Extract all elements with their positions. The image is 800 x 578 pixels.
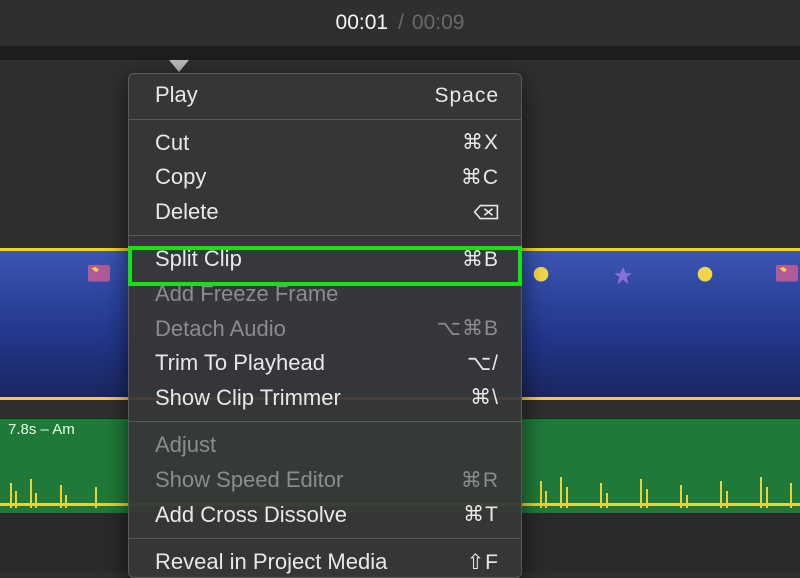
clip-thumbnail-icon (776, 265, 798, 285)
menu-label: Show Clip Trimmer (155, 384, 341, 413)
menu-item-copy[interactable]: Copy ⌘C (129, 160, 521, 195)
menu-shortcut: Space (434, 82, 499, 109)
menu-label: Add Cross Dissolve (155, 501, 347, 530)
time-current: 00:01 (336, 11, 389, 35)
menu-label: Copy (155, 163, 206, 192)
menu-label: Detach Audio (155, 315, 286, 344)
playhead-indicator-icon[interactable] (169, 60, 189, 72)
menu-label: Split Clip (155, 245, 242, 274)
time-separator: / (398, 11, 404, 35)
menu-shortcut: ⌥⌘B (437, 315, 499, 342)
menu-separator (129, 421, 521, 422)
audio-clip-label: 7.8s – Am (8, 421, 75, 438)
clip-thumbnail-icon (88, 265, 110, 285)
menu-item-add-cross-dissolve[interactable]: Add Cross Dissolve ⌘T (129, 498, 521, 533)
menu-item-delete[interactable]: Delete (129, 195, 521, 230)
menu-separator (129, 119, 521, 120)
backspace-icon (473, 203, 499, 221)
menu-item-trim-to-playhead[interactable]: Trim To Playhead ⌥/ (129, 346, 521, 381)
menu-item-show-clip-trimmer[interactable]: Show Clip Trimmer ⌘\ (129, 381, 521, 416)
menu-shortcut: ⌘T (463, 501, 499, 528)
menu-label: Delete (155, 198, 219, 227)
menu-label: Adjust (155, 431, 216, 460)
menu-shortcut: ⌘\ (470, 384, 499, 411)
menu-label: Cut (155, 129, 189, 158)
menu-shortcut: ⌘X (462, 129, 499, 156)
menu-label: Add Freeze Frame (155, 280, 338, 309)
clip-thumbnail-icon (694, 265, 716, 285)
menu-label: Reveal in Project Media (155, 548, 387, 577)
menu-shortcut: ⌥/ (467, 350, 499, 377)
menu-item-show-speed-editor: Show Speed Editor ⌘R (129, 463, 521, 498)
menu-separator (129, 235, 521, 236)
clip-thumbnail-icon (530, 265, 552, 285)
menu-item-split-clip[interactable]: Split Clip ⌘B (129, 242, 521, 277)
toolbar-strip (0, 46, 800, 60)
menu-shortcut: ⌘R (461, 467, 499, 494)
clip-thumbnail-icon (612, 265, 634, 285)
menu-item-adjust: Adjust (129, 428, 521, 463)
menu-label: Trim To Playhead (155, 349, 325, 378)
menu-shortcut: ⌘C (461, 164, 499, 191)
menu-item-play[interactable]: Play Space (129, 78, 521, 113)
menu-label: Play (155, 81, 198, 110)
menu-shortcut: ⌘B (462, 246, 499, 273)
menu-label: Show Speed Editor (155, 466, 343, 495)
time-total: 00:09 (412, 11, 465, 35)
context-menu: Play Space Cut ⌘X Copy ⌘C Delete Split C… (128, 73, 522, 578)
menu-item-add-freeze-frame: Add Freeze Frame (129, 277, 521, 312)
time-display: 00:01 / 00:09 (0, 0, 800, 46)
menu-item-detach-audio: Detach Audio ⌥⌘B (129, 312, 521, 347)
menu-separator (129, 538, 521, 539)
menu-item-cut[interactable]: Cut ⌘X (129, 126, 521, 161)
